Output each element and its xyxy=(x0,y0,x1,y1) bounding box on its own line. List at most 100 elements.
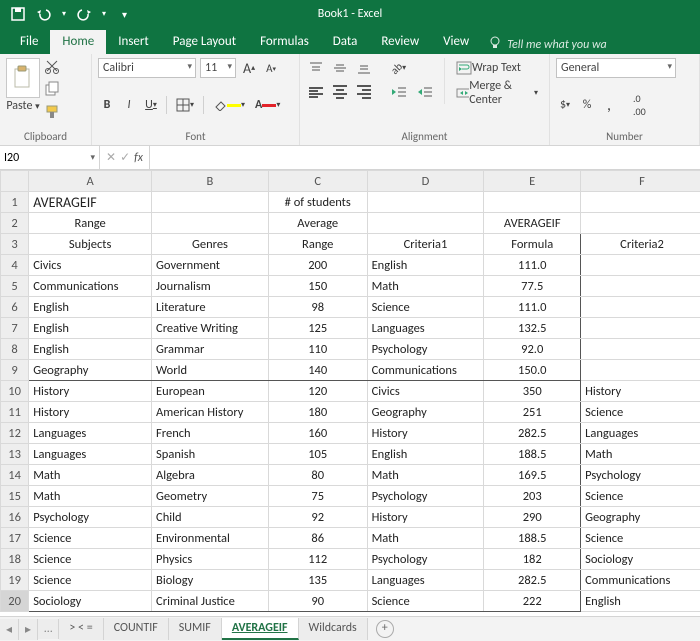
row-header-2[interactable]: 2 xyxy=(1,213,29,234)
worksheet[interactable]: ABCDEF1AVERAGEIF# of students2RangeAvera… xyxy=(0,170,700,616)
align-center-icon[interactable] xyxy=(330,82,350,102)
row-header-16[interactable]: 16 xyxy=(1,507,29,528)
decrease-font-icon[interactable]: A▾ xyxy=(262,58,280,78)
col-header-E[interactable]: E xyxy=(484,171,581,192)
row-header-10[interactable]: 10 xyxy=(1,381,29,402)
table-row[interactable]: 4CivicsGovernment200English111.0 xyxy=(1,255,700,276)
col-header-A[interactable]: A xyxy=(29,171,152,192)
row-header-7[interactable]: 7 xyxy=(1,318,29,339)
table-row[interactable]: 8EnglishGrammar110Psychology92.0 xyxy=(1,339,700,360)
font-color-button[interactable]: A ▾ xyxy=(252,95,283,115)
align-middle-icon[interactable] xyxy=(330,58,350,78)
underline-button[interactable]: U ▾ xyxy=(142,95,160,115)
name-box[interactable]: I20 xyxy=(0,146,100,169)
increase-font-icon[interactable]: A▴ xyxy=(240,58,258,78)
sheet-tab-sumif[interactable]: SUMIF xyxy=(169,618,222,640)
increase-indent-icon[interactable] xyxy=(414,82,436,102)
formula-input[interactable] xyxy=(150,146,700,169)
qat-customize-icon[interactable]: ▾ xyxy=(122,8,127,21)
row-header-13[interactable]: 13 xyxy=(1,444,29,465)
tab-page-layout[interactable]: Page Layout xyxy=(161,30,248,54)
enter-formula-icon[interactable]: ✓ xyxy=(120,150,130,165)
row-header-14[interactable]: 14 xyxy=(1,465,29,486)
qat-dropdown-2[interactable]: ▾ xyxy=(102,9,106,19)
undo-icon[interactable] xyxy=(36,7,52,21)
orientation-icon[interactable]: ab ▾ xyxy=(388,58,409,78)
format-painter-icon[interactable] xyxy=(44,104,60,124)
row-header-3[interactable]: 3 xyxy=(1,234,29,255)
merge-center-button[interactable]: Merge & Center ▾ xyxy=(451,83,543,103)
row-header-5[interactable]: 5 xyxy=(1,276,29,297)
table-row[interactable]: 17ScienceEnvironmental86Math188.5Science xyxy=(1,528,700,549)
tab-nav-prev[interactable]: ◂ xyxy=(0,619,19,640)
fill-color-button[interactable]: ▾ xyxy=(210,95,248,115)
col-header-B[interactable]: B xyxy=(152,171,269,192)
table-row[interactable]: 20SociologyCriminal Justice90Science222E… xyxy=(1,591,700,612)
col-header-C[interactable]: C xyxy=(268,171,367,192)
table-row[interactable]: 15MathGeometry75Psychology203Science xyxy=(1,486,700,507)
paste-button[interactable]: Paste ▾ xyxy=(6,99,39,113)
cut-icon[interactable] xyxy=(44,58,60,78)
border-button[interactable]: ▾ xyxy=(173,95,197,115)
table-row[interactable]: 18SciencePhysics112Psychology182Sociolog… xyxy=(1,549,700,570)
percent-button[interactable]: % xyxy=(578,95,596,115)
table-row[interactable]: 14MathAlgebra80Math169.5Psychology xyxy=(1,465,700,486)
tell-me[interactable]: Tell me what you wa xyxy=(489,36,607,54)
row-header-15[interactable]: 15 xyxy=(1,486,29,507)
row-header-11[interactable]: 11 xyxy=(1,402,29,423)
sheet-tab-averageif[interactable]: AVERAGEIF xyxy=(222,618,299,640)
table-row[interactable]: 12LanguagesFrench160History282.5Language… xyxy=(1,423,700,444)
copy-icon[interactable] xyxy=(44,81,60,101)
table-row[interactable]: 19ScienceBiology135Languages282.5Communi… xyxy=(1,570,700,591)
row-header-1[interactable]: 1 xyxy=(1,192,29,213)
add-sheet-button[interactable]: + xyxy=(376,620,394,638)
italic-button[interactable]: I xyxy=(120,95,138,115)
table-row[interactable]: 5CommunicationsJournalism150Math77.5 xyxy=(1,276,700,297)
table-row[interactable]: 7EnglishCreative Writing125Languages132.… xyxy=(1,318,700,339)
cancel-formula-icon[interactable]: ✕ xyxy=(106,150,116,165)
tab-formulas[interactable]: Formulas xyxy=(248,30,321,54)
currency-button[interactable]: $ ▾ xyxy=(556,95,574,115)
bold-button[interactable]: B xyxy=(98,95,116,115)
table-row[interactable]: 11HistoryAmerican History180Geography251… xyxy=(1,402,700,423)
tab-insert[interactable]: Insert xyxy=(106,30,161,54)
row-header-12[interactable]: 12 xyxy=(1,423,29,444)
row-header-4[interactable]: 4 xyxy=(1,255,29,276)
increase-decimal-icon[interactable]: .0.00 xyxy=(630,95,649,115)
tab-file[interactable]: File xyxy=(8,30,50,54)
row-header-9[interactable]: 9 xyxy=(1,360,29,381)
sheet-tab-wildcards[interactable]: Wildcards xyxy=(299,618,368,640)
table-row[interactable]: 10HistoryEuropean120Civics350History xyxy=(1,381,700,402)
align-right-icon[interactable] xyxy=(354,82,374,102)
row-header-6[interactable]: 6 xyxy=(1,297,29,318)
fx-icon[interactable]: fx xyxy=(134,151,143,165)
tab-review[interactable]: Review xyxy=(369,30,431,54)
tab-nav-more[interactable]: … xyxy=(38,619,59,639)
row-header-8[interactable]: 8 xyxy=(1,339,29,360)
align-bottom-icon[interactable] xyxy=(354,58,374,78)
table-row[interactable]: 6EnglishLiterature98Science111.0 xyxy=(1,297,700,318)
comma-button[interactable]: , xyxy=(600,95,618,115)
sheet-tab--[interactable]: > < = xyxy=(59,618,103,640)
redo-icon[interactable] xyxy=(76,7,92,21)
align-left-icon[interactable] xyxy=(306,82,326,102)
tab-nav-next[interactable]: ▸ xyxy=(19,619,38,640)
col-header-D[interactable]: D xyxy=(367,171,484,192)
save-icon[interactable] xyxy=(10,6,26,22)
decrease-indent-icon[interactable] xyxy=(388,82,410,102)
row-header-19[interactable]: 19 xyxy=(1,570,29,591)
tab-view[interactable]: View xyxy=(431,30,481,54)
qat-dropdown-1[interactable]: ▾ xyxy=(62,9,66,19)
row-header-18[interactable]: 18 xyxy=(1,549,29,570)
tab-home[interactable]: Home xyxy=(50,30,106,54)
row-header-20[interactable]: 20 xyxy=(1,591,29,612)
sheet-tab-countif[interactable]: COUNTIF xyxy=(104,618,169,640)
tab-data[interactable]: Data xyxy=(321,30,370,54)
font-size-dropdown[interactable]: 11 xyxy=(200,58,236,78)
select-all-cell[interactable] xyxy=(1,171,29,192)
wrap-text-button[interactable]: Wrap Text xyxy=(451,58,526,78)
col-header-F[interactable]: F xyxy=(581,171,700,192)
table-row[interactable]: 16PsychologyChild92History290Geography xyxy=(1,507,700,528)
row-header-17[interactable]: 17 xyxy=(1,528,29,549)
paste-icon[interactable] xyxy=(6,58,40,98)
